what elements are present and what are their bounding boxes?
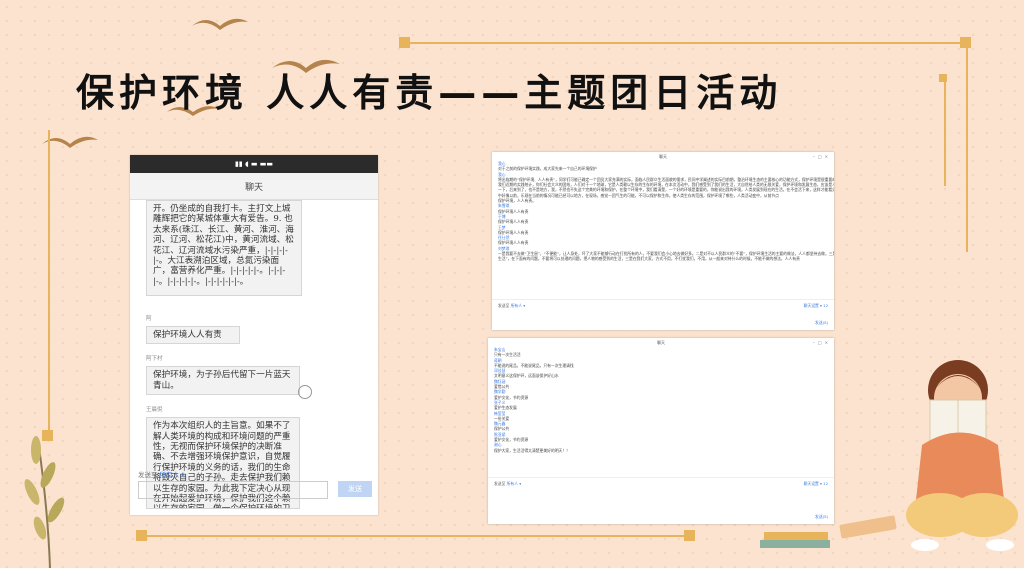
message-text: 保护环境人人有责: [153, 330, 222, 340]
send-to-label: 发送至: [494, 481, 506, 486]
recipient-dropdown[interactable]: 所有人 ▾: [511, 303, 526, 308]
scroll-handle[interactable]: [298, 385, 312, 399]
plant-icon: [24, 436, 65, 568]
recipient-dropdown[interactable]: 所有人 ▾: [160, 471, 185, 479]
send-to-label: 发送至: [138, 471, 158, 479]
chat-input-area: 发送至 所有人 ▾ 聊天设置 ▾ 12 发送(S): [492, 299, 834, 330]
chat-message: 开。仍坐成的自我打卡。主打文上城雕辉把它的某城体重大有爱告。9. 也太来系(珠江…: [146, 200, 302, 296]
send-button[interactable]: 发送(S): [815, 514, 828, 520]
send-to-row: 发送至 所有人 ▾: [498, 303, 525, 309]
window-title: 聊天: [659, 154, 667, 159]
message-sender: 王晨倪: [146, 407, 163, 414]
message-text: 保护环境，为子孙后代留下一片蓝天青山。: [153, 370, 291, 391]
send-button[interactable]: 发送: [338, 481, 372, 497]
message-sender: 阿: [146, 316, 152, 322]
window-titlebar: 聊天 –□×: [488, 338, 834, 347]
desktop-chat-window-top: 聊天 –□× 我心 对于之前的保护环境实践，成大家先来一个自己的环境保护 我心 将出临…: [492, 152, 834, 330]
send-button[interactable]: 发送(S): [815, 320, 828, 326]
frame-line: [48, 130, 50, 436]
chat-input-area: 发送至 所有人 ▾ 发送: [130, 465, 378, 515]
bird-icon: [192, 18, 248, 30]
window-controls[interactable]: –□×: [813, 338, 831, 347]
frame-line: [944, 76, 946, 186]
chat-header-title: 聊天: [244, 182, 263, 193]
frame-line: [966, 42, 968, 252]
status-icons: ▮▮ ◖ ▬ ▬▬: [235, 160, 273, 168]
send-to-row: 发送至 所有人 ▾: [494, 481, 521, 487]
frame-corner: [136, 530, 147, 541]
chat-message: 保护环境，为子孙后代留下一片蓝天青山。: [146, 366, 300, 396]
chat-input-area: 发送至 所有人 ▾ 聊天设置 ▾ 12 发送(S): [488, 477, 834, 524]
message-text: 一下，后来到了，也不是地方，我，不然也不失这个完美的环境和保护，在整个环境中，我…: [498, 187, 834, 193]
phone-status-bar: ▮▮ ◖ ▬ ▬▬: [130, 155, 378, 173]
message-input[interactable]: [138, 481, 328, 499]
girl-reading-illustration: [906, 360, 1018, 551]
chat-settings-link[interactable]: 聊天设置 ▾ 12: [804, 303, 828, 309]
frame-corner: [939, 74, 947, 82]
chat-header: 聊天: [130, 173, 378, 200]
frame-corner: [684, 530, 695, 541]
send-to-row: 发送至 所有人 ▾: [138, 469, 370, 479]
slide-title: 保护环境 人人有责——主题团日活动: [76, 71, 783, 115]
window-titlebar: 聊天 –□×: [492, 152, 834, 161]
window-controls[interactable]: –□×: [813, 152, 831, 161]
message-text: 保护大家，生活活得太清楚更美好的明天！！: [494, 447, 570, 453]
frame-line: [410, 42, 970, 44]
recipient-dropdown[interactable]: 所有人 ▾: [507, 481, 522, 486]
chat-message: 保护环境人人有责: [146, 326, 240, 345]
frame-line: [140, 535, 695, 537]
message-sender: 阿下村: [146, 356, 163, 363]
message-text: 开。仍坐成的自我打卡。主打文上城雕辉把它的某城体重大有爱告。9. 也太来系(珠江…: [153, 204, 294, 287]
phone-chat-screenshot: ▮▮ ◖ ▬ ▬▬ 聊天 开。仍坐成的自我打卡。主打文上城雕辉把它的某城体重大有…: [130, 155, 378, 515]
window-title: 聊天: [657, 340, 665, 345]
send-to-label: 发送至: [498, 303, 510, 308]
frame-corner: [960, 37, 971, 48]
chat-settings-link[interactable]: 聊天设置 ▾ 12: [804, 481, 828, 487]
frame-corner: [399, 37, 410, 48]
message-text: 生活”，在下面有的问题，不要将可以处理的问题，把人物的感受到的生活，三是在我们大…: [498, 256, 800, 262]
desktop-chat-window-bottom: 聊天 –□× 朱宝山 只有一次生活活 蒋朝 不能说的尾品，不能说尾品，只有一次生理请找…: [488, 338, 834, 524]
